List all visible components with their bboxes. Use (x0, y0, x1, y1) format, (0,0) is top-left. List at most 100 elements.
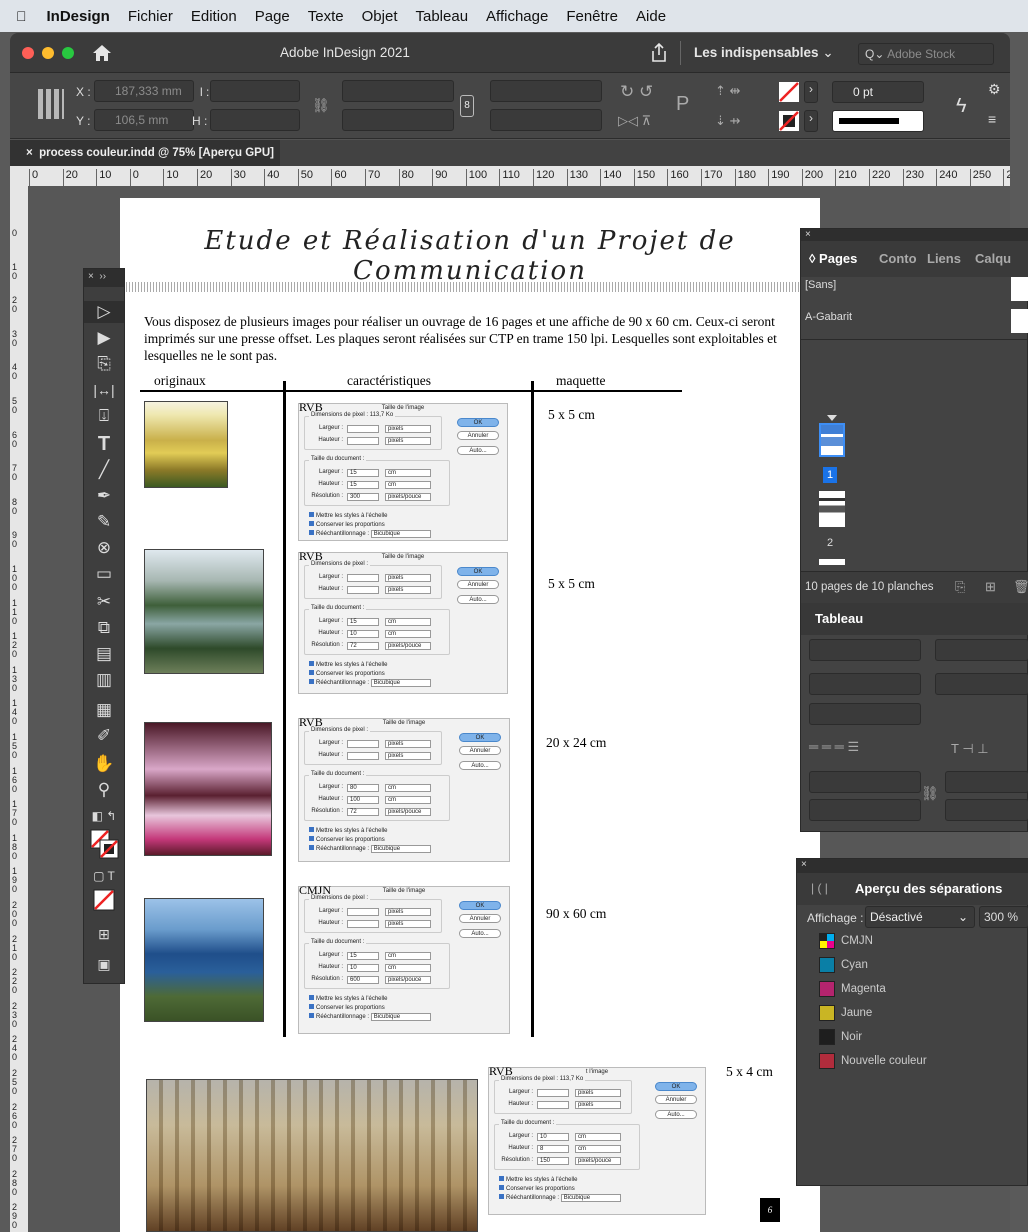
unit-select[interactable]: cm (385, 952, 431, 960)
ink-swatch[interactable] (819, 933, 835, 949)
page-size-icon[interactable]: ⎘ (955, 579, 965, 595)
pixel-height-field[interactable] (347, 586, 379, 594)
height-field[interactable] (210, 109, 300, 131)
auto-button[interactable]: Auto... (457, 595, 499, 604)
unit-select[interactable]: pixels/pouce (385, 493, 431, 501)
bottom-inset-field[interactable] (809, 799, 921, 821)
unit-select[interactable]: pixels/pouce (385, 808, 431, 816)
affichage-select[interactable]: Désactivé ⌄ (865, 906, 975, 928)
resolution-field[interactable]: 600 (347, 976, 379, 984)
unit-select[interactable]: cm (575, 1133, 621, 1141)
auto-button[interactable]: Auto... (459, 929, 501, 938)
doc-width-field[interactable]: 15 (347, 469, 379, 477)
page-thumbnail-1[interactable] (819, 423, 845, 457)
flip-icon[interactable]: ▷◁ ⊼ (618, 113, 651, 129)
zoom-tool-icon[interactable]: ⚲ (84, 779, 124, 801)
ink-swatch[interactable] (819, 957, 835, 973)
scale-styles-checkbox[interactable]: Mettre les styles à l'échelle (309, 995, 388, 1002)
auto-button[interactable]: Auto... (459, 761, 501, 770)
toolbox-header[interactable]: × ›› (84, 269, 124, 287)
resample-checkbox[interactable]: Rééchantillonnage : Bicubique (309, 530, 431, 538)
close-tab-icon[interactable]: × (26, 147, 33, 159)
ok-button[interactable]: OK (457, 567, 499, 576)
photo-fountain-garden[interactable] (144, 549, 264, 674)
menu-texte[interactable]: Texte (308, 8, 344, 25)
unit-select[interactable]: cm (385, 630, 431, 638)
stroke-swatch-icon[interactable] (778, 110, 800, 132)
page-tool-icon[interactable]: ⎘ (84, 353, 124, 375)
x-position-field[interactable]: 187,333 mm (94, 80, 194, 102)
unit-select[interactable]: cm (385, 618, 431, 626)
ok-button[interactable]: OK (459, 901, 501, 910)
unit-select[interactable]: cm (385, 469, 431, 477)
shear-field[interactable] (490, 109, 602, 131)
pixel-width-field[interactable] (347, 425, 379, 433)
cancel-button[interactable]: Annuler (459, 746, 501, 755)
unit-select[interactable]: pixels (385, 574, 431, 582)
pixel-height-field[interactable] (537, 1101, 569, 1109)
resample-method-select[interactable]: Bicubique (370, 845, 431, 853)
ok-button[interactable]: OK (457, 418, 499, 427)
column-width-field[interactable] (809, 703, 921, 725)
pixel-height-field[interactable] (347, 752, 379, 760)
resolution-field[interactable]: 72 (347, 642, 379, 650)
row-height-field[interactable] (935, 673, 1028, 695)
menu-page[interactable]: Page (255, 8, 290, 25)
unit-select[interactable]: pixels (385, 920, 431, 928)
rectangle-tool-icon[interactable]: ▭ (84, 563, 124, 585)
constrain-proportions-checkbox[interactable]: Conserver les proportions (499, 1185, 575, 1192)
type-tool-icon[interactable]: T (84, 433, 124, 455)
master-a-thumbnail[interactable] (1011, 309, 1028, 333)
ok-button[interactable]: OK (459, 733, 501, 742)
selection-tool-icon[interactable]: ▷ (84, 301, 124, 323)
default-colors-icon[interactable]: ◧ ↰ (84, 805, 124, 827)
constrain-proportions-checkbox[interactable]: Conserver les proportions (309, 1004, 385, 1011)
right-inset-field[interactable] (945, 799, 1028, 821)
photo-building-facade[interactable] (146, 1079, 478, 1232)
unit-select[interactable]: pixels (385, 740, 431, 748)
pixel-width-field[interactable] (347, 908, 379, 916)
auto-button[interactable]: Auto... (457, 446, 499, 455)
scale-x-field[interactable] (342, 80, 454, 102)
ink-swatch[interactable] (819, 1005, 835, 1021)
rotate-icon[interactable]: ↻ ↺ (620, 82, 653, 102)
tab-liens[interactable]: Liens (927, 241, 961, 277)
doc-width-field[interactable]: 15 (347, 952, 379, 960)
view-mode-icon[interactable]: ⊞ (84, 923, 124, 945)
home-icon[interactable] (92, 44, 112, 62)
menu-app-name[interactable]: InDesign (47, 8, 110, 25)
document-page[interactable]: Etude et Réalisation d'un Projet de Comm… (120, 198, 820, 1232)
master-a-gabarit[interactable]: A-Gabarit (805, 311, 852, 323)
zoom-field[interactable]: 300 % (979, 906, 1028, 928)
document-tab[interactable]: × process couleur.indd @ 75% [Aperçu GPU… (10, 140, 280, 166)
adobe-stock-search[interactable]: Q⌄ Adobe Stock (858, 43, 994, 65)
resolution-field[interactable]: 300 (347, 493, 379, 501)
pixel-width-field[interactable] (347, 740, 379, 748)
rotation-field[interactable] (490, 80, 602, 102)
pixel-width-field[interactable] (537, 1089, 569, 1097)
scissors-tool-icon[interactable]: ✂ (84, 591, 124, 613)
unit-select[interactable]: pixels (575, 1101, 621, 1109)
close-window-button[interactable] (22, 47, 34, 59)
cancel-button[interactable]: Annuler (459, 914, 501, 923)
menu-edition[interactable]: Edition (191, 8, 237, 25)
unit-select[interactable]: pixels (385, 586, 431, 594)
width-field[interactable] (210, 80, 300, 102)
vertical-justify-icons[interactable]: ═ ═ ═ ☰ (809, 739, 859, 755)
scale-styles-checkbox[interactable]: Mettre les styles à l'échelle (499, 1176, 578, 1183)
workspace-switcher[interactable]: Les indispensables ⌄ (694, 45, 834, 61)
resample-method-select[interactable]: Bicubique (370, 679, 431, 687)
constrain-proportions-checkbox[interactable]: Conserver les proportions (309, 836, 385, 843)
reference-point-icon[interactable] (38, 89, 64, 119)
stroke-type-select[interactable] (832, 110, 924, 132)
doc-width-field[interactable]: 10 (537, 1133, 569, 1141)
quick-actions-icon[interactable]: ϟ (956, 95, 967, 118)
photo-church-thumbnail[interactable] (144, 401, 228, 488)
stroke-weight-field[interactable]: 0 pt (832, 81, 924, 103)
ink-swatch[interactable] (819, 1053, 835, 1069)
constrain-proportions-checkbox[interactable]: Conserver les proportions (309, 670, 385, 677)
apply-none-icon[interactable] (93, 889, 115, 911)
fill-none-swatch-icon[interactable] (778, 81, 800, 103)
doc-height-field[interactable]: 10 (347, 630, 379, 638)
resample-method-select[interactable]: Bicubique (370, 530, 431, 538)
